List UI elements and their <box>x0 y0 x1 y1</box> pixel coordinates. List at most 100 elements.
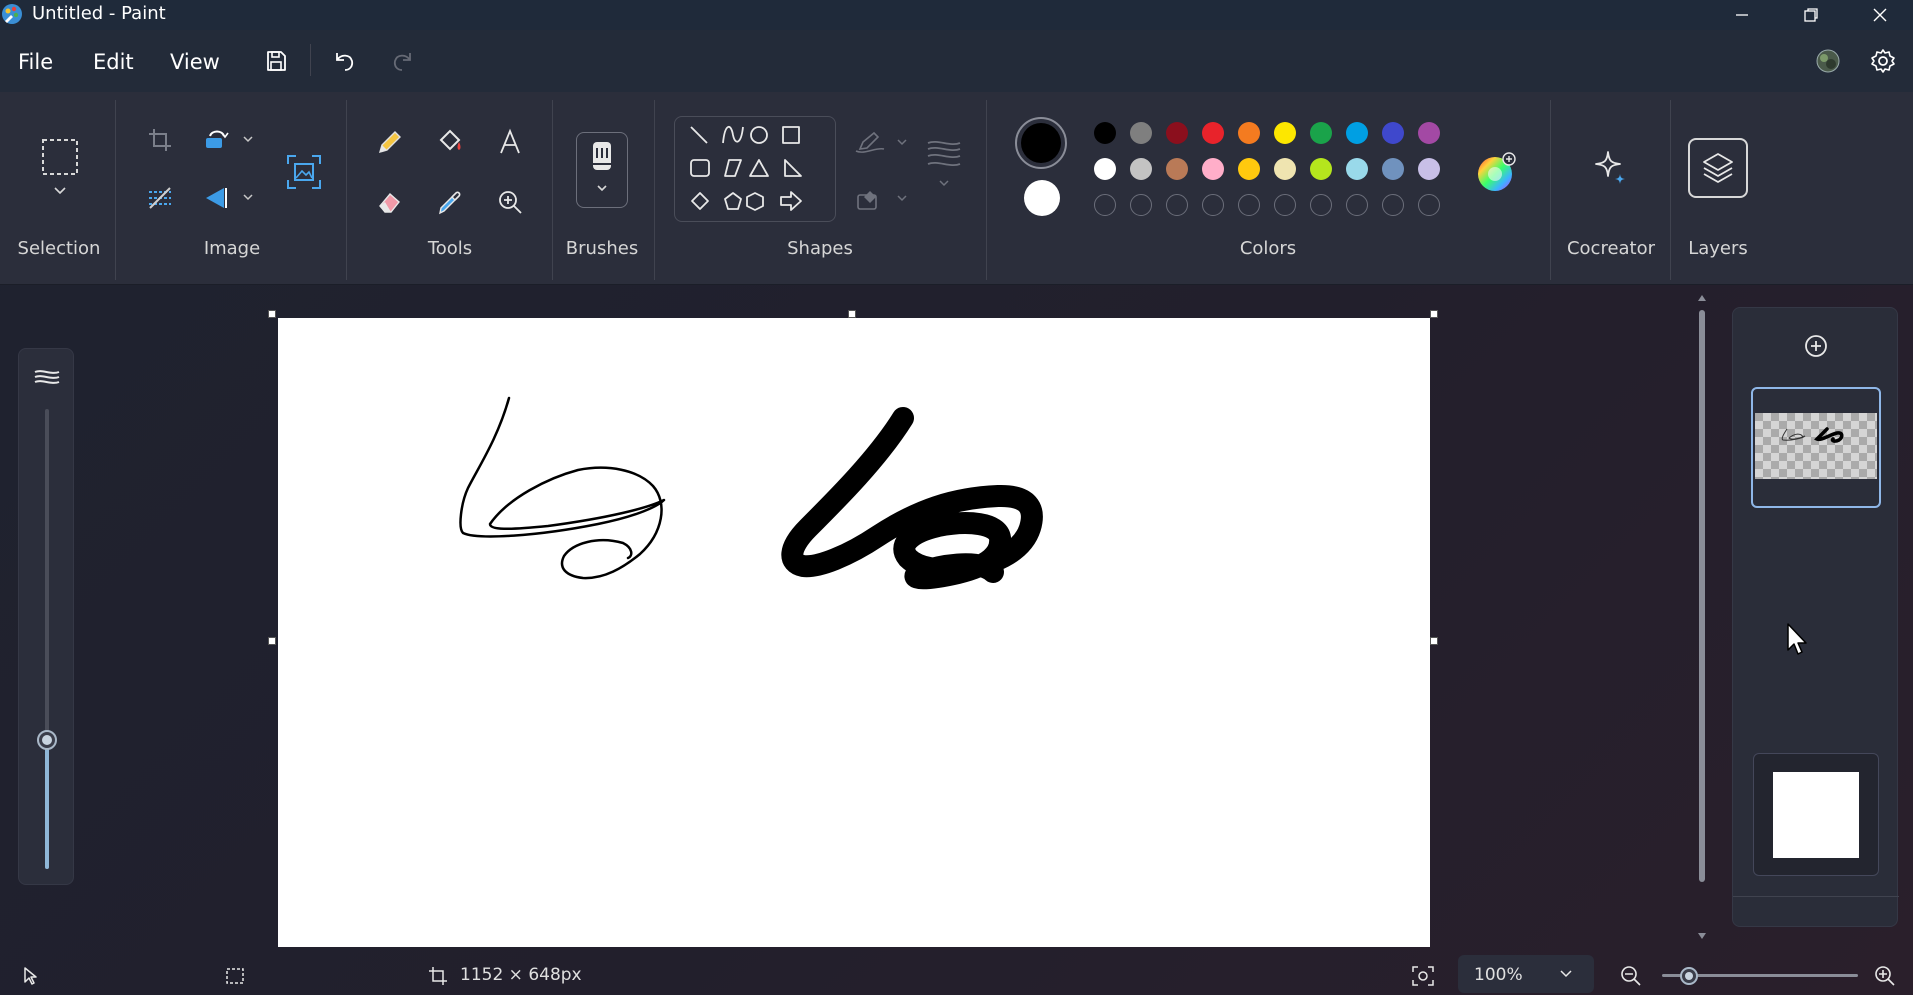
thick-scribble-stroke <box>781 407 1043 590</box>
zoom-slider[interactable] <box>1662 967 1858 985</box>
settings-button[interactable] <box>1863 42 1903 80</box>
minimize-button[interactable] <box>1709 0 1775 30</box>
shapes-gallery <box>674 116 836 222</box>
crop-icon <box>149 129 171 151</box>
fit-to-window-button[interactable] <box>1405 961 1441 991</box>
brush-size-panel <box>18 348 74 885</box>
color-swatch[interactable] <box>1382 158 1404 180</box>
layer-thumbnail-background[interactable] <box>1753 753 1879 876</box>
brush-size-thumb[interactable] <box>37 730 57 750</box>
custom-color-slot[interactable] <box>1238 194 1260 216</box>
custom-color-slot[interactable] <box>1310 194 1332 216</box>
layers-button[interactable] <box>1688 138 1748 198</box>
account-icon <box>1816 49 1840 73</box>
zoom-value: 100% <box>1474 965 1523 985</box>
custom-color-slot[interactable] <box>1094 194 1116 216</box>
primary-color-selector[interactable] <box>1015 117 1067 169</box>
resize-handle-left[interactable] <box>268 637 276 645</box>
custom-color-slot[interactable] <box>1130 194 1152 216</box>
remove-background-button[interactable] <box>142 180 178 216</box>
color-swatch[interactable] <box>1094 122 1116 144</box>
layer-thumbnail-drawing[interactable] <box>1751 387 1881 508</box>
drawing-canvas[interactable] <box>278 318 1430 947</box>
resize-handle-top-left[interactable] <box>268 310 276 318</box>
polygon-shape-icon <box>724 159 742 177</box>
scrollbar-thumb[interactable] <box>1699 310 1705 882</box>
custom-color-slot[interactable] <box>1166 194 1188 216</box>
group-label-layers: Layers <box>1688 238 1748 259</box>
zoom-out-button[interactable] <box>1618 963 1646 989</box>
color-swatch[interactable] <box>1202 158 1224 180</box>
image-generator-button[interactable] <box>282 150 326 194</box>
custom-color-slot[interactable] <box>1274 194 1296 216</box>
rotate-button[interactable] <box>200 122 256 158</box>
pencil-icon <box>378 131 401 154</box>
add-layer-button[interactable] <box>1801 331 1831 361</box>
zoom-dropdown[interactable]: 100% <box>1458 955 1594 993</box>
group-label-selection: Selection <box>17 238 101 259</box>
custom-color-slot[interactable] <box>1202 194 1224 216</box>
color-swatch[interactable] <box>1418 158 1440 180</box>
color-swatch[interactable] <box>1274 158 1296 180</box>
color-swatch[interactable] <box>1274 122 1296 144</box>
zoom-slider-thumb[interactable] <box>1679 967 1698 985</box>
flip-button[interactable] <box>200 180 256 216</box>
color-swatch[interactable] <box>1130 158 1152 180</box>
redo-button[interactable] <box>383 42 423 80</box>
resize-handle-top-right[interactable] <box>1430 310 1438 318</box>
color-swatch[interactable] <box>1166 158 1188 180</box>
eraser-icon <box>379 192 400 213</box>
fill-button[interactable] <box>430 122 470 162</box>
cocreator-button[interactable] <box>1586 144 1634 192</box>
custom-color-slot[interactable] <box>1382 194 1404 216</box>
custom-color-slot[interactable] <box>1346 194 1368 216</box>
color-swatch[interactable] <box>1202 122 1224 144</box>
color-swatch[interactable] <box>1418 122 1440 144</box>
color-swatch[interactable] <box>1346 158 1368 180</box>
ribbon-separator <box>986 100 987 280</box>
color-swatch[interactable] <box>1238 158 1260 180</box>
chevron-down-icon <box>1560 970 1572 978</box>
magnifier-button[interactable] <box>490 182 530 222</box>
account-button[interactable] <box>1808 42 1848 80</box>
color-swatch[interactable] <box>1130 122 1152 144</box>
menu-file[interactable]: File <box>18 50 53 74</box>
eraser-button[interactable] <box>370 182 410 222</box>
resize-handle-top[interactable] <box>848 310 856 318</box>
text-button[interactable] <box>490 122 530 162</box>
menu-edit[interactable]: Edit <box>93 50 134 74</box>
rotate-icon <box>206 130 253 148</box>
vertical-scrollbar[interactable] <box>1696 292 1708 942</box>
color-swatch[interactable] <box>1310 158 1332 180</box>
color-swatch[interactable] <box>1094 158 1116 180</box>
close-button[interactable] <box>1847 0 1913 30</box>
resize-handle-right[interactable] <box>1430 637 1438 645</box>
edit-colors-button[interactable] <box>1474 150 1518 194</box>
save-icon <box>267 51 286 71</box>
save-button[interactable] <box>256 42 296 80</box>
menu-view[interactable]: View <box>170 50 220 74</box>
scroll-down-icon[interactable] <box>1696 930 1708 942</box>
color-swatch[interactable] <box>1166 122 1188 144</box>
custom-color-slot[interactable] <box>1418 194 1440 216</box>
color-swatch[interactable] <box>1238 122 1260 144</box>
curve-shape-icon <box>722 126 744 144</box>
shape-size-button[interactable] <box>922 132 966 198</box>
window-title: Untitled - Paint <box>32 3 166 24</box>
zoom-in-button[interactable] <box>1872 963 1900 989</box>
paint-app-icon <box>1 3 23 25</box>
secondary-color-swatch[interactable] <box>1024 180 1060 216</box>
restore-button[interactable] <box>1778 0 1844 30</box>
crop-button[interactable] <box>142 122 178 158</box>
shape-fill-button[interactable] <box>852 182 912 216</box>
scroll-up-icon[interactable] <box>1696 292 1708 304</box>
brushes-button[interactable] <box>576 132 628 208</box>
color-picker-button[interactable] <box>430 182 470 222</box>
undo-button[interactable] <box>324 42 364 80</box>
shape-outline-button[interactable] <box>852 126 912 160</box>
color-swatch[interactable] <box>1310 122 1332 144</box>
selection-button[interactable] <box>36 132 84 202</box>
pencil-button[interactable] <box>370 122 410 162</box>
color-swatch[interactable] <box>1382 122 1404 144</box>
color-swatch[interactable] <box>1346 122 1368 144</box>
